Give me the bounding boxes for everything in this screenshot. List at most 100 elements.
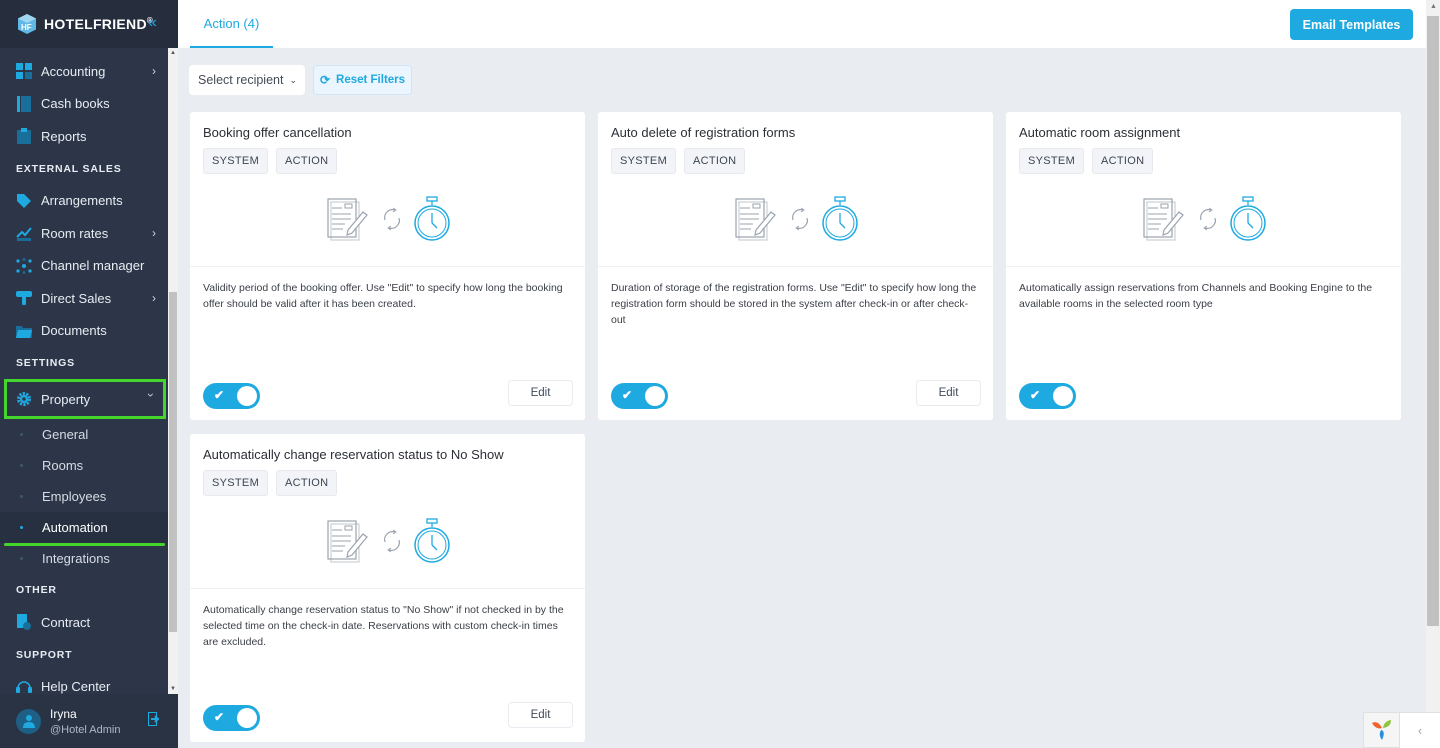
sidebar-item-contract[interactable]: Contract [0, 606, 168, 639]
scroll-up-arrow-icon[interactable]: ▲ [1430, 3, 1437, 10]
sidebar-item-reports[interactable]: Reports [0, 120, 168, 153]
card-title: Automatic room assignment [1019, 125, 1181, 140]
logout-icon[interactable] [148, 712, 160, 731]
sidebar-item-documents[interactable]: Documents [0, 315, 168, 348]
recipient-select[interactable]: Select recipient ⌄ [189, 65, 305, 95]
sidebar-nav: Accounting › Cash books Reports EXTERNAL… [0, 48, 168, 694]
stopwatch-icon [821, 196, 858, 241]
enable-toggle[interactable]: ✔ [1019, 383, 1076, 409]
card-tags: SYSTEM ACTION [1019, 148, 1154, 174]
hotelfriend-logo-icon: HF [18, 14, 36, 34]
stopwatch-icon [1229, 196, 1266, 241]
sidebar-item-help-center[interactable]: Help Center [0, 671, 168, 694]
network-icon [16, 257, 32, 274]
sidebar-item-cash-books[interactable]: Cash books [0, 88, 168, 121]
card-divider [190, 588, 585, 589]
avatar[interactable] [16, 708, 41, 734]
folder-icon [16, 323, 32, 339]
yii-debug-logo-icon[interactable] [1363, 712, 1400, 748]
enable-toggle[interactable]: ✔ [203, 705, 260, 731]
toggle-knob [645, 386, 665, 406]
check-icon: ✔ [214, 388, 225, 402]
chevron-right-icon: › [152, 291, 156, 305]
bullet-icon [20, 464, 23, 467]
sidebar-item-label: Direct Sales [41, 290, 112, 306]
tab-action[interactable]: Action (4) [190, 0, 273, 48]
toggle-knob [237, 708, 257, 728]
sidebar-item-direct-sales[interactable]: Direct Sales › [0, 282, 168, 315]
sidebar-header: HF HOTELFRIEND® « [0, 0, 178, 48]
sidebar-item-channel-manager[interactable]: Channel manager [0, 250, 168, 283]
edit-button[interactable]: Edit [916, 380, 981, 406]
edit-button[interactable]: Edit [508, 380, 573, 406]
tag-system: SYSTEM [611, 148, 677, 174]
sidebar-scrollbar-thumb[interactable] [169, 292, 177, 632]
tag-system: SYSTEM [1019, 148, 1085, 174]
sidebar-subitem-label: Integrations [42, 551, 110, 566]
debug-toolbar-toggle-chevron-left-icon[interactable]: ‹ [1400, 712, 1440, 748]
card-title: Booking offer cancellation [203, 125, 352, 140]
card-tags: SYSTEM ACTION [203, 148, 338, 174]
cash-book-icon [16, 95, 32, 112]
sidebar-item-label: Reports [41, 128, 87, 144]
scroll-down-arrow-icon[interactable]: ▼ [170, 686, 176, 692]
hand-pointer-icon [16, 290, 32, 306]
sidebar-subitem-employees[interactable]: Employees [0, 481, 168, 512]
card-tags: SYSTEM ACTION [203, 470, 338, 496]
sidebar-item-room-rates[interactable]: Room rates › [0, 217, 168, 250]
chevron-right-icon: › [152, 226, 156, 240]
collapse-sidebar-icon[interactable]: « [148, 14, 157, 32]
card-divider [190, 266, 585, 267]
headset-icon [16, 679, 32, 694]
bullet-icon [20, 557, 23, 560]
tag-icon [16, 193, 32, 209]
sidebar-item-label: Contract [41, 614, 91, 630]
sidebar-subitem-label: Rooms [42, 458, 84, 473]
card-tags: SYSTEM ACTION [611, 148, 746, 174]
section-support: SUPPORT [16, 648, 73, 661]
enable-toggle[interactable]: ✔ [203, 383, 260, 409]
recipient-select-placeholder: Select recipient [198, 73, 284, 87]
stopwatch-icon [413, 518, 450, 563]
tag-action: ACTION [276, 148, 338, 174]
sidebar-item-arrangements[interactable]: Arrangements [0, 185, 168, 218]
sidebar-subitem-integrations[interactable]: Integrations [0, 543, 168, 574]
sidebar: HF HOTELFRIEND® « Accounting › Cash book… [0, 0, 178, 748]
card-divider [1006, 266, 1401, 267]
card-description: Duration of storage of the registration … [611, 282, 977, 326]
sidebar-subitem-rooms[interactable]: Rooms [0, 450, 168, 481]
sync-icon [1199, 207, 1216, 231]
sidebar-item-label: Channel manager [41, 258, 145, 274]
sync-icon [383, 207, 400, 231]
sidebar-item-label: Documents [41, 323, 107, 339]
sidebar-subitem-automation[interactable]: Automation [0, 512, 168, 546]
accounting-icon [16, 63, 32, 80]
card-title: Auto delete of registration forms [611, 125, 796, 140]
main-scrollbar[interactable]: ▲ [1426, 0, 1440, 748]
top-bar: Action (4) Email Templates [178, 0, 1426, 48]
tag-system: SYSTEM [203, 470, 269, 496]
tag-action: ACTION [276, 470, 338, 496]
edit-button[interactable]: Edit [508, 702, 573, 728]
sidebar-scrollbar[interactable]: ▲ ▼ [168, 48, 178, 694]
document-edit-icon [326, 520, 368, 563]
scroll-up-arrow-icon[interactable]: ▲ [170, 50, 176, 56]
sidebar-item-accounting[interactable]: Accounting › [0, 55, 168, 88]
sidebar-item-property[interactable]: Property › [4, 379, 166, 419]
sidebar-subitem-general[interactable]: General [0, 419, 168, 450]
tag-action: ACTION [684, 148, 746, 174]
gear-icon [16, 391, 32, 407]
enable-toggle[interactable]: ✔ [611, 383, 668, 409]
main-scrollbar-thumb[interactable] [1427, 16, 1439, 626]
automation-card: Booking offer cancellation SYSTEM ACTION [190, 112, 585, 420]
user-icon [22, 715, 35, 728]
sidebar-item-label: Property [41, 391, 91, 407]
automation-card: Auto delete of registration forms SYSTEM… [598, 112, 993, 420]
check-icon: ✔ [622, 388, 633, 402]
sidebar-subitem-label: General [42, 427, 89, 442]
sync-icon [791, 207, 808, 231]
reset-filters-button[interactable]: ⟳ Reset Filters [313, 65, 412, 95]
automation-card: Automatically change reservation status … [190, 434, 585, 742]
email-templates-button[interactable]: Email Templates [1290, 9, 1413, 40]
tag-action: ACTION [1092, 148, 1154, 174]
